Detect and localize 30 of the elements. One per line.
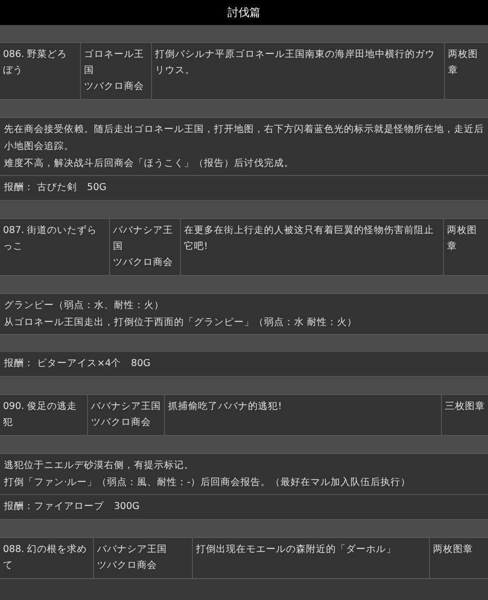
- client-name: ゴロネール王国: [84, 48, 145, 78]
- reward-text: 报酬： ビターアイス×4个 80G: [4, 358, 150, 369]
- description-text: 从ゴロネール王国走出，打倒位于西面的「グランピー」（弱点：水 耐性：火）: [4, 316, 358, 330]
- description-text: 逃犯位于ニエルデ砂漠右侧，有提示标记。: [4, 459, 195, 473]
- quest-prize-cell: 两枚图章: [443, 219, 488, 275]
- quest-name-cell-text: 086. 野菜どろぼう: [2, 48, 68, 78]
- client-name: ババナシア王国: [97, 543, 168, 557]
- client-name: ツバクロ商会: [91, 416, 152, 430]
- quest-name-cell-text: 088. 幻の根を求めて: [2, 543, 88, 573]
- description-text: グランピー（弱点：水、耐性：火）: [4, 299, 165, 313]
- quest-content-cell: 在更多在街上行走的人被这只有着巨翼的怪物伤害前阻止它吧!: [180, 219, 443, 275]
- quest-name-cell-text: 090. 俊足の逃走犯: [2, 400, 78, 430]
- client-name: ツバクロ商会: [113, 256, 174, 270]
- description-text: 先在商会接受依赖。随后走出ゴロネール王国，打开地图，右下方闪着蓝色光的标示就是怪物所在地，走近后小地图会追踪。: [4, 123, 484, 154]
- description-text: 难度不高，解决战斗后回商会「ほうこく」（报告）后讨伐完成。: [4, 157, 295, 171]
- client-name: ツバクロ商会: [84, 80, 145, 94]
- quest-content-cell: 打倒出现在モエールの森附近的「ダーホル」: [192, 538, 429, 578]
- client-name: ババナシア王国: [113, 224, 174, 254]
- quest-content-cell: 抓捕偷吃了ババナ的逃犯!: [164, 395, 441, 435]
- quest-prize-cell: 三枚图章: [441, 395, 488, 435]
- quest-name-cell-text: 087. 街道のいたずらっこ: [2, 224, 98, 254]
- reward-text: 报酬： 古びた剣 50G: [4, 182, 106, 193]
- client-name: ババナシア王国: [91, 400, 161, 414]
- quest-prize-cell: 两枚图章: [429, 538, 488, 578]
- quest-content-cell: 打倒バシルナ平原ゴロネール王国南東の海岸田地中横行的ガウリウス。: [151, 43, 444, 99]
- reward-text: 报酬：ファイアローブ 300G: [4, 501, 140, 512]
- quest-prize-cell: 两枚图章: [444, 43, 488, 99]
- description-text: 打倒「ファン·ルー」（弱点：風、耐性：-）后回商会报告。（最好在マル加入队伍后执行）: [4, 476, 412, 490]
- client-name: ツバクロ商会: [97, 559, 158, 573]
- page-title: 討伐篇: [0, 0, 488, 25]
